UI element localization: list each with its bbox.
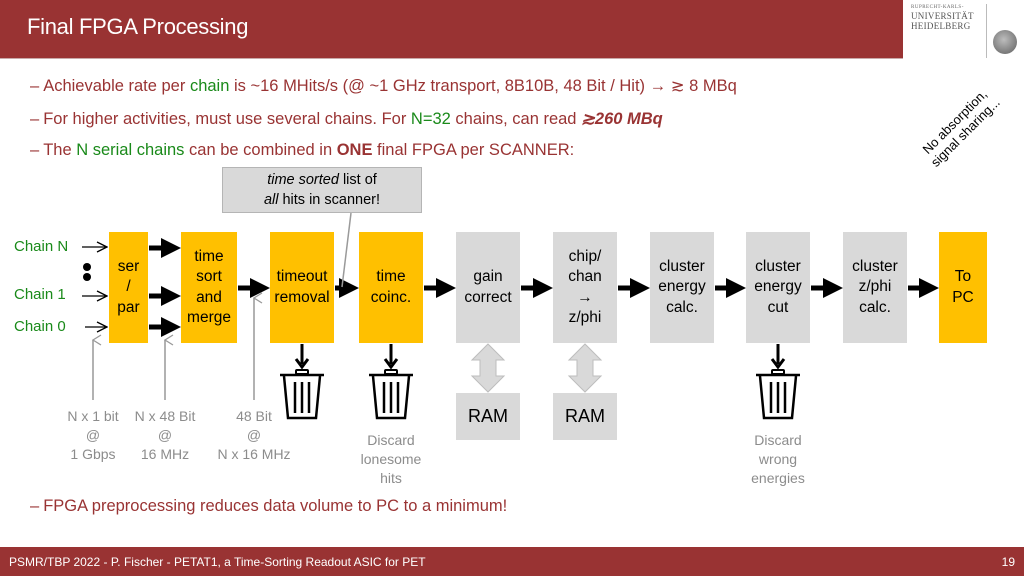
- bidirectional-arrow-icon: [470, 343, 506, 393]
- block-label-line: calc.: [666, 298, 698, 316]
- block-label-line: chip/: [568, 247, 602, 265]
- block-gain-correct: gain correct: [456, 232, 520, 343]
- block-label: cluster energy cut: [754, 257, 801, 319]
- block-label: gain correct: [464, 267, 511, 308]
- bullet-dash: –: [30, 497, 40, 515]
- block-label: time sort and merge: [187, 247, 231, 329]
- page-number: 19: [1001, 555, 1015, 569]
- rate-note-merged: 48 Bit @ N x 16 MHz: [210, 407, 298, 464]
- block-label-line: chan: [568, 268, 602, 285]
- block-label-line: coinc.: [370, 288, 412, 306]
- block-label: To PC: [952, 267, 974, 308]
- block-ser-par: ser / par: [109, 232, 148, 343]
- block-label-line: →: [577, 288, 593, 306]
- bidirectional-arrow-icon: [567, 343, 603, 393]
- block-label-line: PC: [952, 288, 974, 306]
- block-cluster-zphi-calc: cluster z/phi calc.: [843, 232, 907, 343]
- block-label-line: par: [117, 298, 140, 316]
- trash-icon: [369, 369, 413, 420]
- block-to-pc: To PC: [939, 232, 987, 343]
- note-line: wrong: [758, 451, 798, 467]
- block-label-line: timeout: [276, 268, 328, 285]
- note-line: Discard: [367, 432, 415, 448]
- block-label-line: sort: [196, 268, 222, 285]
- note-line: N x 1 bit: [67, 408, 119, 424]
- block-label-line: cut: [767, 298, 789, 316]
- block-label-line: and: [196, 288, 222, 306]
- block-label: cluster energy calc.: [658, 257, 705, 319]
- note-line: @: [85, 427, 101, 443]
- note-line: hits: [380, 470, 402, 486]
- block-cluster-energy-calc: cluster energy calc.: [650, 232, 714, 343]
- block-label: ser / par: [117, 257, 139, 319]
- block-label-line: time: [194, 247, 224, 265]
- block-cluster-energy-cut: cluster energy cut: [746, 232, 810, 343]
- block-label-line: z/phi: [568, 309, 602, 326]
- rate-note-serial: N x 1 bit @ 1 Gbps: [58, 407, 128, 464]
- block-label-line: removal: [274, 288, 330, 306]
- block-time-sort-merge: time sort and merge: [181, 232, 237, 343]
- block-label: chip/chan → z/phi: [568, 247, 602, 329]
- block-label-line: z/phi: [858, 278, 892, 296]
- note-line: N x 48 Bit: [134, 408, 196, 424]
- block-label: cluster z/phi calc.: [852, 257, 898, 319]
- note-line: @: [157, 427, 173, 443]
- note-line: @: [246, 427, 262, 443]
- note-line: lonesome: [360, 451, 422, 467]
- block-label-line: energy: [754, 278, 802, 296]
- block-label: timeout removal: [274, 267, 329, 308]
- bullet-text: FPGA preprocessing reduces data volume t…: [43, 497, 508, 515]
- block-label-line: To: [954, 268, 972, 285]
- slide-footer: PSMR/TBP 2022 - P. Fischer - PETAT1, a T…: [0, 547, 1024, 576]
- block-label-line: cluster: [659, 257, 705, 275]
- note-line: energies: [751, 470, 805, 486]
- ram-block-gain: RAM: [456, 393, 520, 440]
- bullet-summary: – FPGA preprocessing reduces data volume …: [30, 497, 507, 516]
- note-line: 48 Bit: [236, 408, 272, 424]
- block-label-line: energy: [658, 278, 706, 296]
- block-label-line: gain: [473, 268, 503, 285]
- ram-block-mapping: RAM: [553, 393, 617, 440]
- block-label: time coinc.: [371, 267, 412, 308]
- discard-note-energies: Discard wrong energies: [738, 431, 818, 488]
- block-label-line: cluster: [852, 257, 898, 275]
- block-label-line: ser: [117, 257, 140, 275]
- block-label-line: cluster: [755, 257, 801, 275]
- block-label-line: merge: [187, 309, 231, 326]
- note-line: Discard: [754, 432, 802, 448]
- block-chip-chan-zphi: chip/chan → z/phi: [553, 232, 617, 343]
- callout-pointer: [341, 212, 352, 288]
- note-line: N x 16 MHz: [217, 446, 291, 462]
- rate-note-parallel: N x 48 Bit @ 16 MHz: [128, 407, 202, 464]
- footer-text: PSMR/TBP 2022 - P. Fischer - PETAT1, a T…: [9, 555, 426, 569]
- note-line: 16 MHz: [140, 446, 190, 462]
- block-label-line: calc.: [859, 298, 891, 316]
- discard-note-lonesome: Discard lonesome hits: [351, 431, 431, 488]
- block-label-line: time: [376, 268, 406, 285]
- note-line: 1 Gbps: [70, 446, 116, 462]
- block-time-coinc: time coinc.: [359, 232, 423, 343]
- block-label-line: /: [126, 278, 131, 296]
- block-label-line: correct: [464, 288, 512, 306]
- trash-icon: [756, 369, 800, 420]
- block-timeout-removal: timeout removal: [270, 232, 334, 343]
